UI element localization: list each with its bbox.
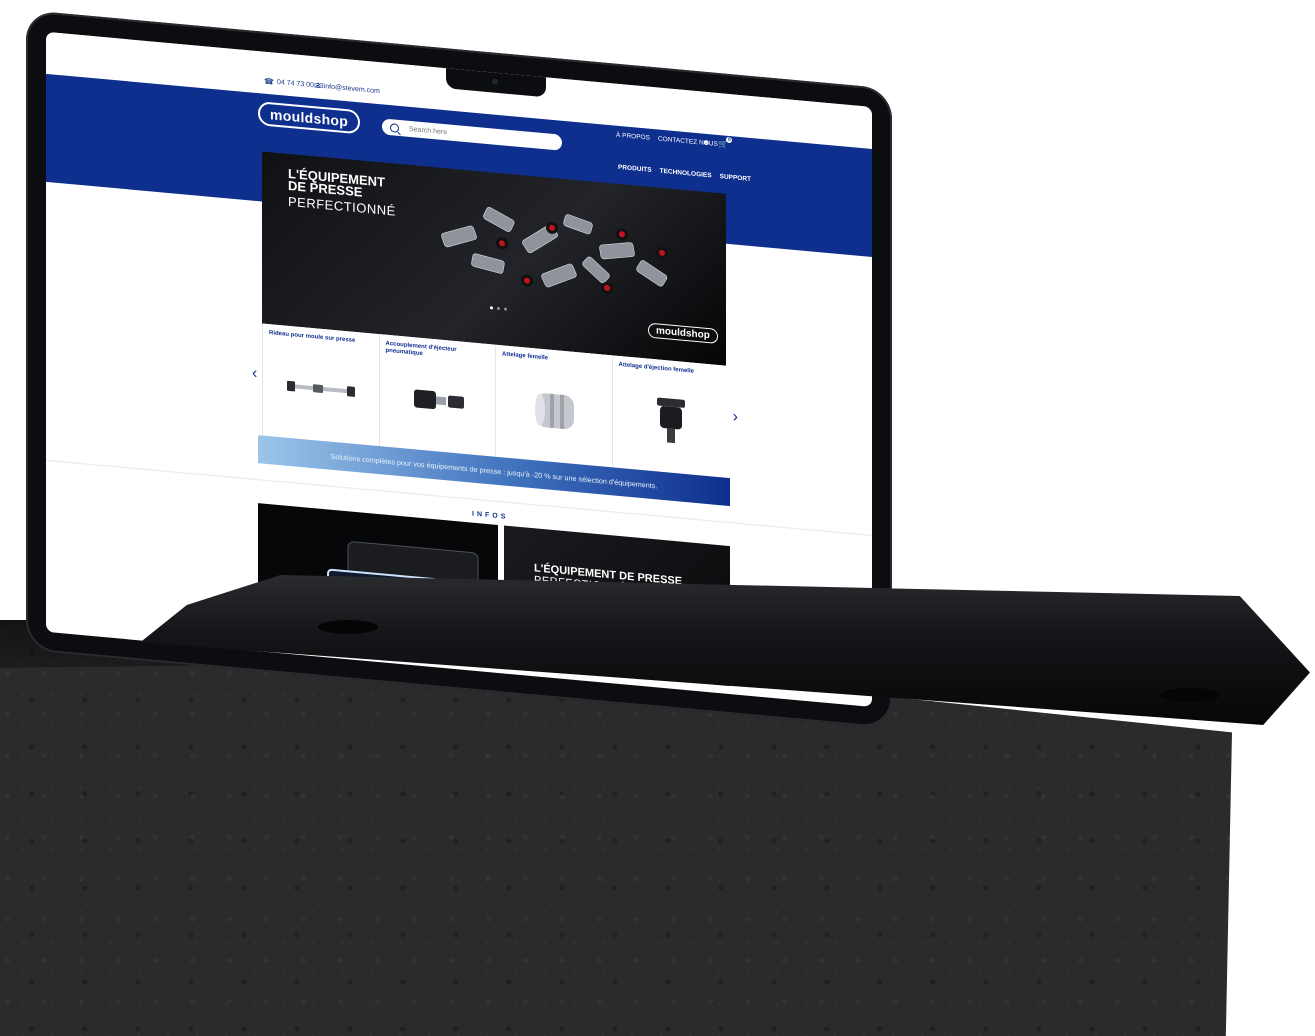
search-input[interactable]	[407, 124, 541, 146]
product-name: Rideau pour moule sur presse	[269, 330, 356, 344]
product-card[interactable]: Attelage d'éjection femelle	[611, 355, 728, 478]
mail-icon: ✉	[314, 81, 321, 91]
product-card[interactable]: Rideau pour moule sur presse	[262, 323, 379, 447]
nav-technologies[interactable]: TECHNOLOGIES	[660, 168, 712, 180]
main-nav: PRODUITS TECHNOLOGIES SUPPORT	[618, 164, 751, 183]
carousel-dot[interactable]	[497, 306, 500, 311]
user-icon[interactable]: ☻	[702, 138, 710, 148]
site-logo[interactable]: mouldshop	[258, 101, 361, 135]
infos-heading: INFOS	[472, 510, 509, 521]
header-icons: ☻ 🛒 0	[702, 136, 733, 149]
search-icon	[390, 122, 399, 133]
chevron-right-icon[interactable]: ›	[733, 408, 738, 426]
product-name: Attelage femelle	[502, 351, 549, 362]
search-bar[interactable]	[382, 118, 562, 151]
carousel-dots	[490, 306, 507, 311]
product-card[interactable]: Attelage femelle	[495, 344, 612, 468]
product-name: Accouplement d'éjecteur pneumatique	[385, 340, 457, 358]
cart-button[interactable]: 🛒 0	[718, 136, 733, 149]
product-name: Attelage d'éjection femelle	[618, 361, 694, 375]
nav-produits[interactable]: PRODUITS	[618, 164, 652, 174]
product-image	[287, 380, 355, 397]
product-image	[535, 393, 574, 430]
laptop-foot	[318, 620, 378, 634]
camera-icon	[492, 78, 498, 85]
hero-logo: mouldshop	[648, 322, 718, 344]
phone-icon: ☎	[264, 76, 274, 87]
email-contact[interactable]: ✉ info@stevem.com	[314, 81, 380, 96]
press-parts-image	[441, 207, 668, 294]
email-address: info@stevem.com	[323, 83, 380, 96]
carousel-dot[interactable]	[490, 306, 493, 310]
carousel-dot[interactable]	[504, 307, 507, 311]
laptop-foot	[1160, 688, 1220, 702]
nav-support[interactable]: SUPPORT	[720, 173, 751, 183]
product-image	[413, 389, 464, 410]
chevron-left-icon[interactable]: ‹	[252, 365, 257, 383]
product-image	[656, 397, 685, 444]
cart-badge: 0	[726, 136, 733, 144]
link-a-propos[interactable]: À PROPOS	[616, 132, 650, 142]
product-card[interactable]: Accouplement d'éjecteur pneumatique	[378, 334, 495, 457]
